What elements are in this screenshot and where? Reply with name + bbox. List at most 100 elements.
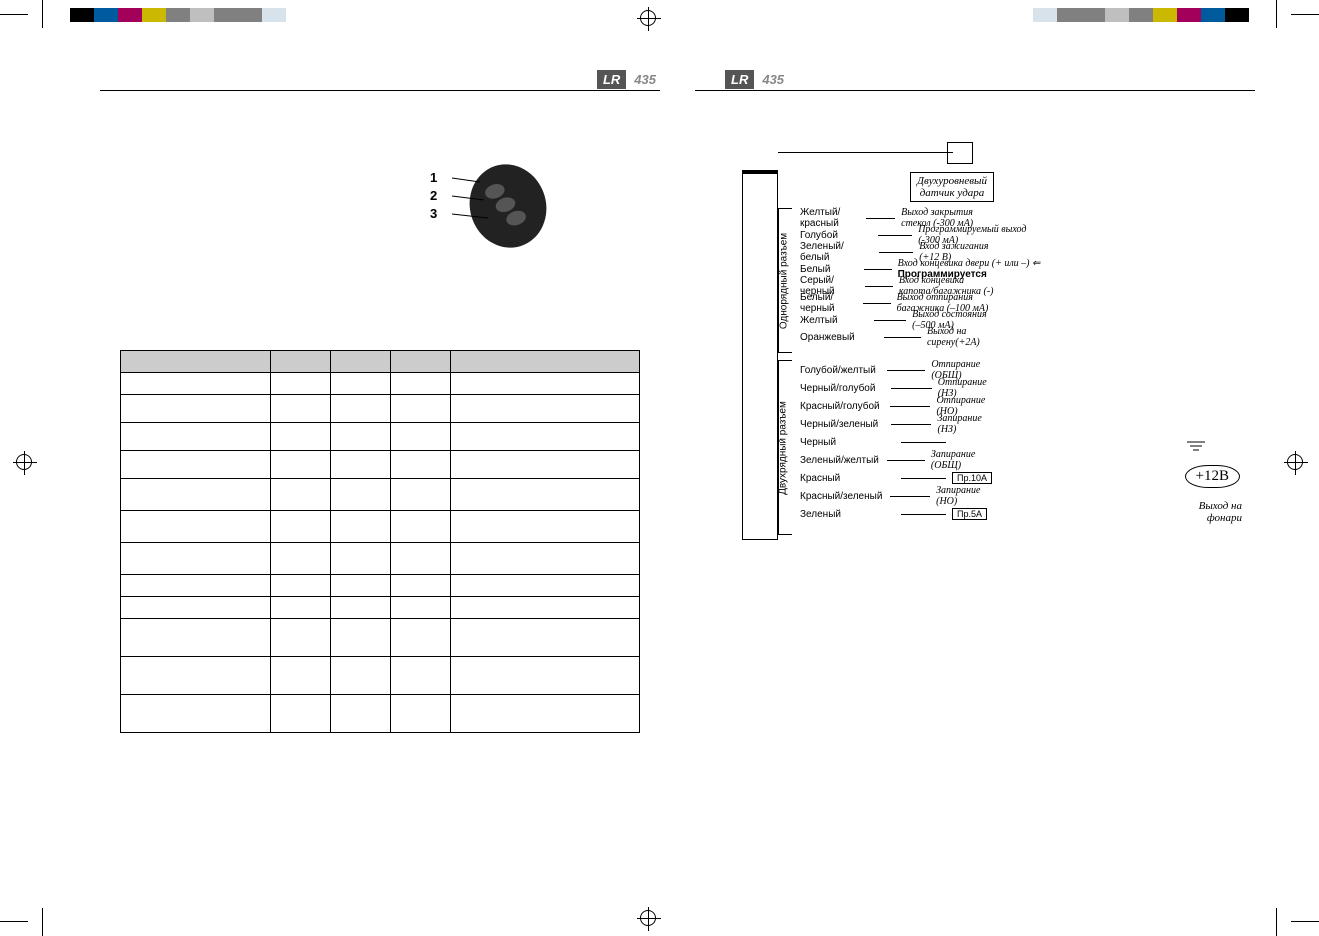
wire-color: Красный [800,473,895,484]
table-cell [331,575,391,597]
registration-target-icon [640,910,656,926]
table-cell [391,511,451,543]
table-cell [391,479,451,511]
table-cell [391,619,451,657]
table-row [121,511,640,543]
wire-line-icon [878,235,912,236]
wire-row: Черный/зеленый Запирание (НЗ) [800,416,996,432]
table-cell [391,373,451,395]
table-cell [121,597,271,619]
wire-description: Запирание (ОБЩ) [931,449,996,471]
table-cell [451,695,640,733]
table-header [331,351,391,373]
crop-mark [42,0,43,28]
table-cell [121,657,271,695]
crop-mark [1291,14,1319,15]
crop-mark [0,14,28,15]
wire-color: Голубой/желтый [800,365,881,376]
table-cell [391,451,451,479]
table-row [121,695,640,733]
registration-target-icon [1287,454,1303,470]
table-row [121,451,640,479]
table-cell [391,395,451,423]
wire-row: Красный/голубойОтпирание (НО) [800,398,1001,414]
table-row [121,543,640,575]
ground-icon [1187,440,1205,460]
wire-row: ОранжевыйВыход на сирену(+2A) [800,329,1005,345]
table-cell [271,373,331,395]
registration-target-icon [640,10,656,26]
wire-row: Красный/зеленыйЗапирание (НО) [800,488,996,504]
battery-label: +12В [1185,465,1240,488]
wire-row: КрасныйПр.10А [800,470,998,486]
wire-line-icon [887,370,925,371]
sensor-line1: Двухуровневый [917,175,987,187]
table-cell [331,543,391,575]
wire-color: Белый [800,264,858,275]
wire-line-icon [901,478,946,479]
table-cell [451,395,640,423]
wire-color: Зеленый [800,509,895,520]
table-row [121,619,640,657]
table-cell [121,423,271,451]
table-cell [451,543,640,575]
table-cell [331,373,391,395]
crop-mark [1276,908,1277,936]
table-cell [121,619,271,657]
table-cell [391,657,451,695]
wire-color: Желтый/красный [800,207,860,229]
wire-color: Черный/зеленый [800,419,885,430]
wire-description: Выход на сирену(+2A) [927,326,1005,348]
table-cell [271,511,331,543]
table-row [121,597,640,619]
crop-mark [1276,0,1277,28]
wire-line-icon [864,269,892,270]
wire-line-icon [863,303,890,304]
table-cell [121,575,271,597]
remote-btn-2: 2 [430,188,437,206]
table-row [121,395,640,423]
table-cell [271,479,331,511]
table-cell [121,511,271,543]
sensor-line2: датчик удара [920,187,985,199]
wire-description: Запирание (НЗ) [937,413,996,435]
remote-btn-3: 3 [430,206,437,224]
wire-row: Черный/голубойОтпирание (НЗ) [800,380,1001,396]
remote-btn-1: 1 [430,170,437,188]
lights-output-label: Выход на фонари [1199,500,1242,524]
shock-sensor-box: Двухуровневый датчик удара [910,172,994,202]
right-page: LR 435 Двухуровневый датчик удара Одноря… [695,60,1255,860]
table-cell [121,479,271,511]
table-cell [271,423,331,451]
product-prefix: LR [597,70,626,89]
table-cell [451,597,640,619]
table-row [121,373,640,395]
registration-target-icon [16,454,32,470]
table-cell [331,695,391,733]
table-header [121,351,271,373]
wire-line-icon [890,496,930,497]
table-cell [331,451,391,479]
table-cell [271,695,331,733]
wire-line-icon [879,252,913,253]
table-cell [391,543,451,575]
sensor-wire [778,152,953,153]
table-cell [451,657,640,695]
wire-line-icon [865,286,893,287]
wire-line-icon [887,460,925,461]
wire-color: Белый/черный [800,292,857,314]
table-cell [331,511,391,543]
table-cell [391,575,451,597]
table-header [391,351,451,373]
wire-row: Голубой/желтыйОтпирание (ОБЩ) [800,362,1001,378]
wire-line-icon [884,337,921,338]
main-unit-icon [742,170,778,540]
table-cell [451,511,640,543]
color-bar [1033,8,1249,22]
table-cell [391,597,451,619]
fuse-label: Пр.5А [952,508,987,520]
crop-mark [0,921,28,922]
table-cell [451,373,640,395]
wire-row: Черный [800,434,952,450]
wire-color: Красный/зеленый [800,491,884,502]
